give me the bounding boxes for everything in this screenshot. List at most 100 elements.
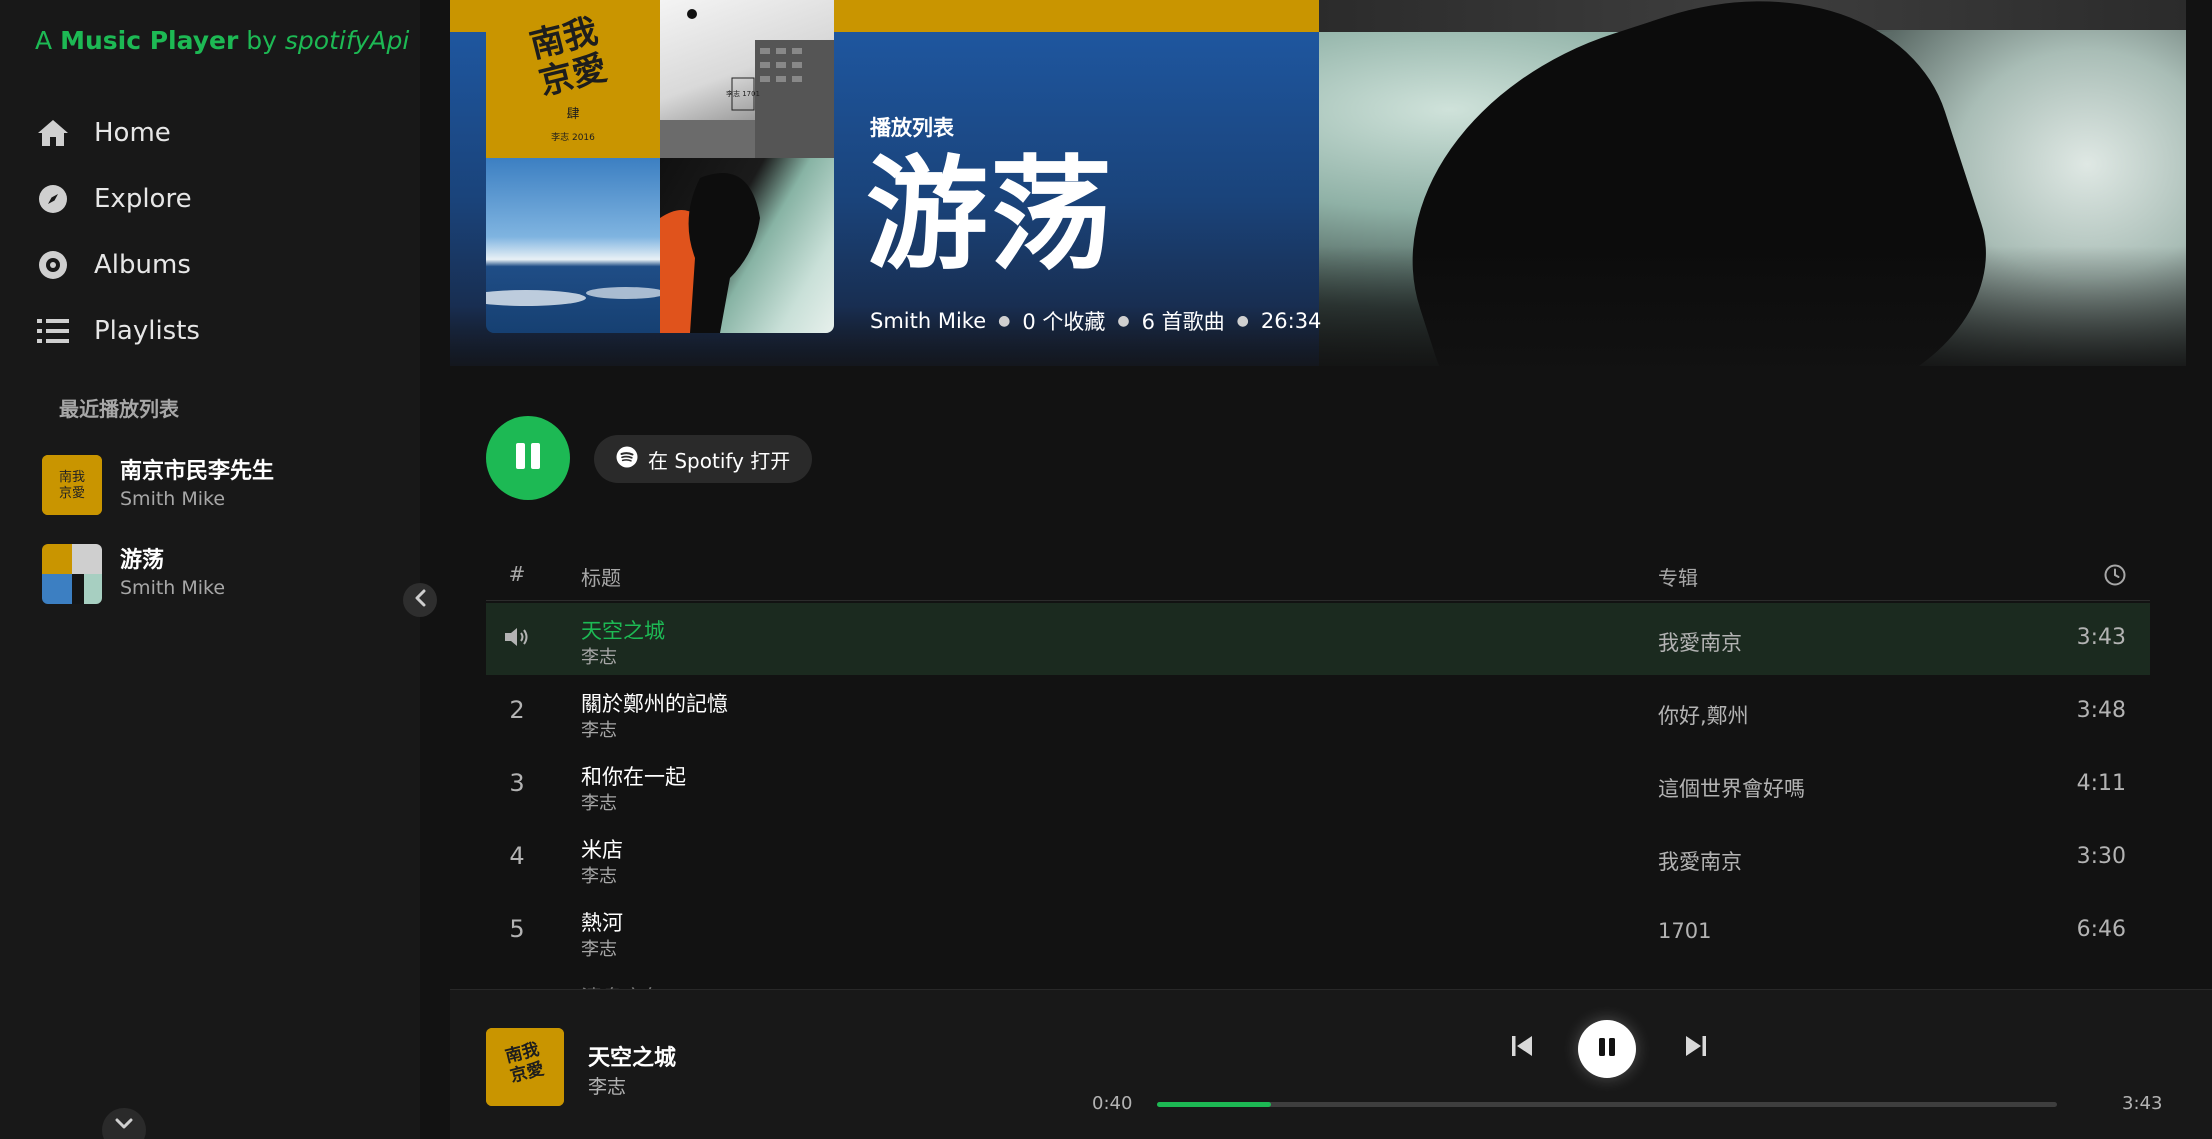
svg-text:南我: 南我 bbox=[59, 469, 85, 485]
track-album[interactable]: 你好,鄭州 bbox=[1658, 700, 1749, 730]
svg-text:肆: 肆 bbox=[566, 107, 579, 122]
meta-separator: ● bbox=[1236, 313, 1249, 329]
track-title[interactable]: 天空之城 bbox=[581, 615, 665, 645]
nav-item-home[interactable]: Home bbox=[36, 100, 396, 166]
clock-icon bbox=[2104, 564, 2126, 591]
col-index-header: # bbox=[508, 562, 526, 586]
track-artist[interactable]: 李志 bbox=[581, 789, 617, 815]
nav-item-explore[interactable]: Explore bbox=[36, 166, 396, 232]
col-album-header: 专辑 bbox=[1658, 566, 1698, 590]
cover-tile-sea bbox=[486, 158, 660, 333]
track-album[interactable]: 1701 bbox=[1658, 919, 1711, 943]
recent-playlist-item[interactable]: 游荡 Smith Mike bbox=[42, 543, 402, 605]
play-pause-button[interactable] bbox=[1578, 1020, 1636, 1078]
player-bar: 南我 京愛 天空之城 李志 0:40 3:43 bbox=[450, 989, 2212, 1139]
cover-tile-album: 南我 京愛 肆 李志 2016 bbox=[486, 0, 660, 158]
svg-text:李志 1701: 李志 1701 bbox=[726, 89, 760, 98]
home-icon bbox=[36, 116, 70, 150]
sidebar: A Music Player by spotifyApi Home Explor… bbox=[0, 0, 437, 1139]
playlist-cover-mosaic: 南我 京愛 肆 李志 2016 李志 1701 bbox=[486, 0, 834, 333]
cover-tile-city: 李志 1701 bbox=[660, 0, 834, 158]
track-row[interactable]: 2 關於鄭州的記憶 李志 你好,鄭州 3:48 bbox=[486, 676, 2150, 748]
recent-playlist-thumb: 南我 京愛 bbox=[42, 455, 102, 515]
track-title[interactable]: 和你在一起 bbox=[581, 761, 686, 791]
track-row[interactable]: 4 米店 李志 我愛南京 3:30 bbox=[486, 822, 2150, 894]
now-playing-cover[interactable]: 南我 京愛 bbox=[486, 1028, 564, 1106]
cover-tile-portrait bbox=[660, 158, 834, 333]
track-title[interactable]: 米店 bbox=[581, 834, 623, 864]
brand-by: by bbox=[246, 26, 277, 55]
nav-label-albums: Albums bbox=[94, 250, 191, 280]
table-divider bbox=[486, 600, 2150, 601]
track-title[interactable]: 關於鄭州的記憶 bbox=[581, 688, 728, 718]
recent-playlist-owner: Smith Mike bbox=[120, 488, 226, 510]
list-icon bbox=[36, 314, 70, 348]
nav-label-home: Home bbox=[94, 118, 171, 148]
col-title-header: 标题 bbox=[581, 566, 621, 590]
playlist-title: 游荡 bbox=[866, 144, 1114, 286]
playlist-owner[interactable]: Smith Mike bbox=[870, 309, 986, 333]
track-row[interactable]: 5 熱河 李志 1701 6:46 bbox=[486, 895, 2150, 967]
track-title[interactable]: 熱河 bbox=[581, 907, 623, 937]
nav-item-playlists[interactable]: Playlists bbox=[36, 298, 396, 364]
previous-track-button[interactable] bbox=[1508, 1033, 1536, 1063]
meta-separator: ● bbox=[1117, 313, 1130, 329]
main-nav: Home Explore Albums Playlists bbox=[36, 100, 396, 364]
track-artist[interactable]: 李志 bbox=[581, 716, 617, 742]
chevron-down-icon bbox=[114, 1116, 134, 1135]
progress-bar[interactable] bbox=[1157, 1102, 2057, 1107]
track-album[interactable]: 我愛南京 bbox=[1658, 627, 1742, 657]
playlist-type-label: 播放列表 bbox=[870, 116, 954, 140]
playlist-duration: 26:34 bbox=[1260, 309, 1322, 333]
track-table-header: # 标题 专辑 bbox=[486, 556, 2150, 596]
svg-text:李志 2016: 李志 2016 bbox=[551, 131, 595, 143]
chevron-left-icon bbox=[413, 589, 427, 611]
track-row[interactable]: 3 和你在一起 李志 這個世界會好嗎 4:11 bbox=[486, 749, 2150, 821]
skip-next-icon bbox=[1685, 1034, 1707, 1062]
compass-icon bbox=[36, 182, 70, 216]
recent-playlists-heading: 最近播放列表 bbox=[59, 397, 179, 421]
nav-item-albums[interactable]: Albums bbox=[36, 232, 396, 298]
recent-playlist-title: 游荡 bbox=[120, 548, 165, 573]
track-index: 2 bbox=[509, 696, 525, 724]
disc-icon bbox=[36, 248, 70, 282]
recent-playlist-thumb bbox=[42, 544, 102, 604]
track-index: 5 bbox=[509, 915, 525, 943]
collapse-sidebar-button[interactable] bbox=[403, 583, 437, 617]
playlist-pause-button[interactable] bbox=[486, 416, 570, 500]
pause-icon bbox=[512, 440, 544, 476]
track-artist[interactable]: 李志 bbox=[581, 935, 617, 961]
app-brand: A Music Player by spotifyApi bbox=[35, 26, 409, 55]
playlist-likes: 0 个收藏 bbox=[1022, 310, 1106, 334]
track-duration: 3:30 bbox=[2076, 844, 2126, 869]
track-artist[interactable]: 李志 bbox=[581, 643, 617, 669]
now-playing-artist[interactable]: 李志 bbox=[588, 1072, 626, 1099]
open-in-spotify-label: 在 Spotify 打开 bbox=[648, 448, 791, 473]
track-artist[interactable]: 李志 bbox=[581, 862, 617, 888]
track-duration: 3:48 bbox=[2076, 698, 2126, 723]
total-time: 3:43 bbox=[2122, 1093, 2163, 1114]
brand-name: Music Player bbox=[60, 26, 239, 55]
recent-playlist-item[interactable]: 南我 京愛 南京市民李先生 Smith Mike bbox=[42, 454, 402, 516]
meta-separator: ● bbox=[998, 313, 1011, 329]
track-row[interactable]: 天空之城 李志 我愛南京 3:43 bbox=[486, 603, 2150, 675]
expand-menu-button[interactable] bbox=[102, 1108, 146, 1139]
nav-label-playlists: Playlists bbox=[94, 316, 200, 346]
pause-icon bbox=[1596, 1036, 1618, 1062]
svg-text:京愛: 京愛 bbox=[59, 486, 85, 501]
recent-playlist-title: 南京市民李先生 bbox=[120, 459, 275, 484]
nav-label-explore: Explore bbox=[94, 184, 192, 214]
next-track-button[interactable] bbox=[1682, 1033, 1710, 1063]
open-in-spotify-button[interactable]: 在 Spotify 打开 bbox=[594, 435, 812, 483]
current-time: 0:40 bbox=[1092, 1093, 1133, 1114]
progress-fill bbox=[1157, 1102, 1272, 1107]
track-duration: 3:43 bbox=[2076, 625, 2126, 650]
playlist-meta: Smith Mike ● 0 个收藏 ● 6 首歌曲 ● 26:34 bbox=[870, 306, 1321, 336]
track-index: 4 bbox=[509, 842, 525, 870]
track-album[interactable]: 這個世界會好嗎 bbox=[1658, 773, 1805, 803]
spotify-icon bbox=[616, 446, 638, 472]
now-playing-title[interactable]: 天空之城 bbox=[588, 1040, 676, 1072]
skip-previous-icon bbox=[1511, 1034, 1533, 1062]
track-album[interactable]: 我愛南京 bbox=[1658, 846, 1742, 876]
recent-playlist-owner: Smith Mike bbox=[120, 577, 226, 599]
